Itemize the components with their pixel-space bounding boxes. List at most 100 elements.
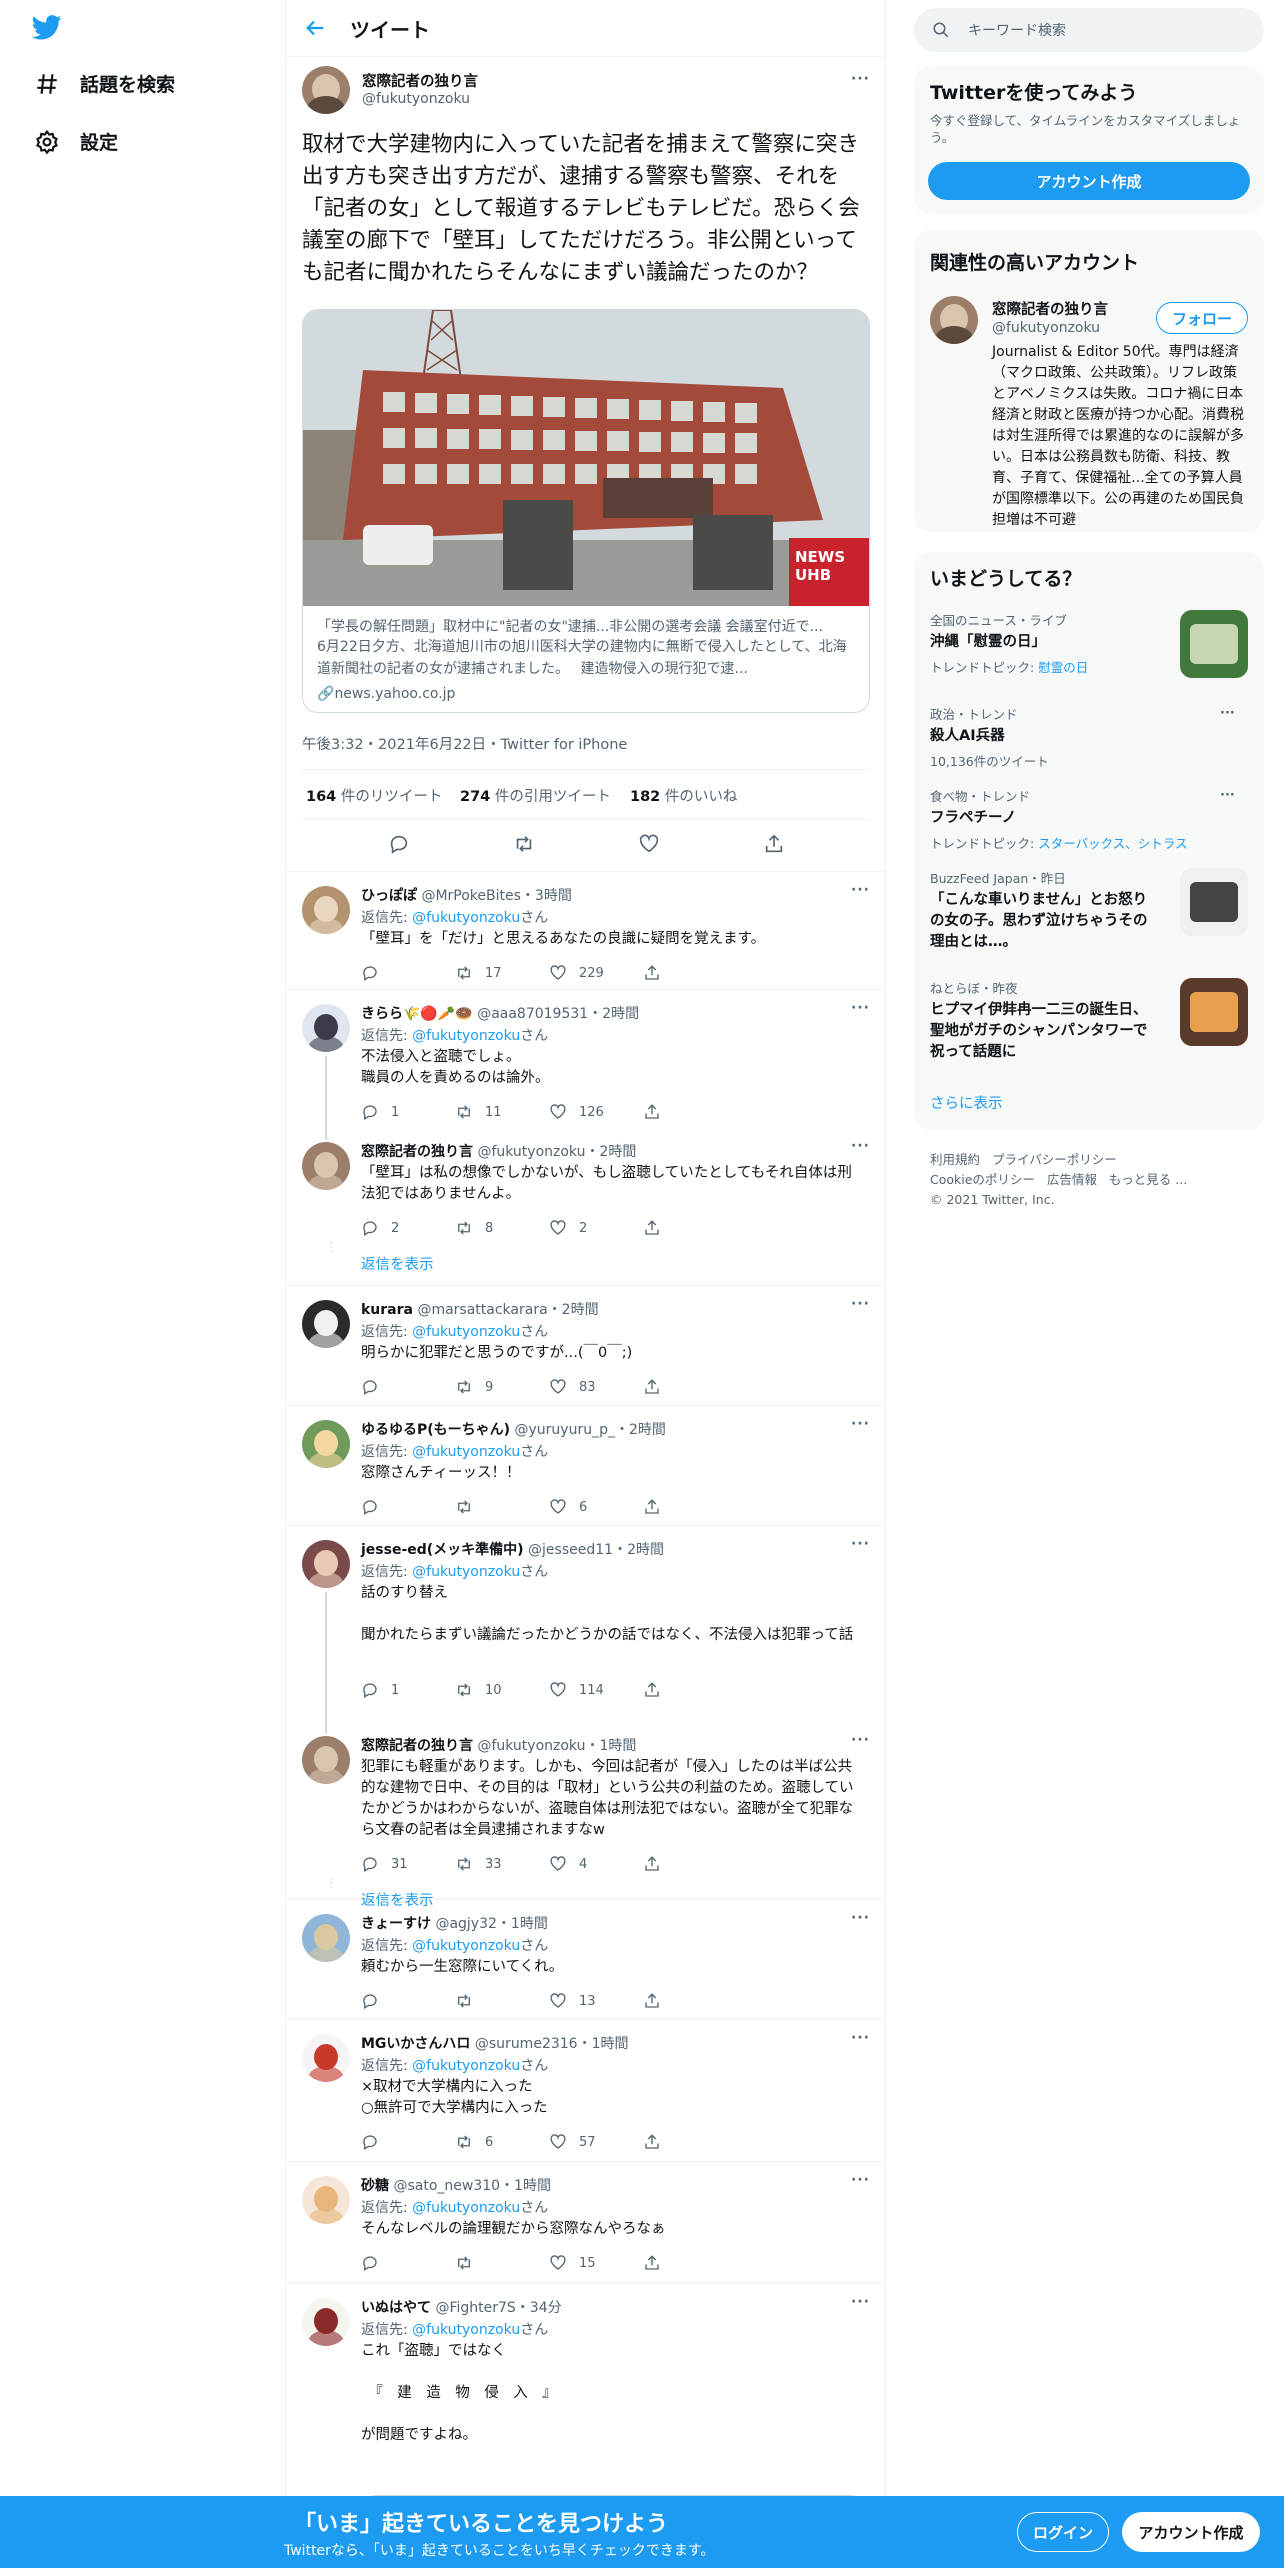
- reply-author-name[interactable]: 窓際記者の独り言: [361, 1144, 473, 1160]
- trend-topic-link[interactable]: 慰霊の日: [1038, 660, 1088, 675]
- retweet-icon[interactable]: [513, 833, 535, 855]
- trend-item[interactable]: ねとらぼ・昨夜 ヒプマイ伊弉冉一二三の誕生日、聖地がガチのシャンパンタワーで祝って…: [930, 978, 1250, 1063]
- more-icon[interactable]: ···: [1220, 788, 1235, 803]
- more-icon[interactable]: ···: [851, 1416, 870, 1432]
- avatar[interactable]: [302, 66, 350, 114]
- replying-to-handle[interactable]: @fukutyonzoku: [412, 2200, 520, 2216]
- reply-button[interactable]: [361, 2254, 455, 2272]
- retweet-button[interactable]: 33: [455, 1855, 549, 1873]
- reply-author-handle[interactable]: @agjy32: [435, 1916, 496, 1932]
- share-button[interactable]: [643, 1681, 737, 1699]
- reply-author-handle[interactable]: @fukutyonzoku: [477, 1738, 585, 1754]
- footer-link[interactable]: Cookieのポリシー: [930, 1172, 1035, 1187]
- reply-time[interactable]: 1時間: [599, 1738, 636, 1754]
- link-card[interactable]: NEWS UHB 「学長の解任問題」取材中に"記者の女"逮捕...非公開の選考会…: [302, 309, 870, 713]
- reply-tweet[interactable]: 窓際記者の独り言 @fukutyonzoku・2時間 ··· 「壁耳」は私の想像でし…: [286, 1128, 886, 1286]
- reply-button[interactable]: [361, 2133, 455, 2151]
- share-button[interactable]: [643, 1103, 737, 1121]
- like-button[interactable]: 13: [549, 1992, 643, 2010]
- reply-author-handle[interactable]: @sato_new310: [393, 2178, 500, 2194]
- reply-author-handle[interactable]: @aaa87019531: [477, 1006, 588, 1022]
- reply-time[interactable]: 3時間: [535, 888, 572, 904]
- reply-button[interactable]: 1: [361, 1103, 455, 1121]
- more-icon[interactable]: ···: [851, 1910, 870, 1926]
- retweet-button[interactable]: 17: [455, 964, 549, 982]
- reply-tweet[interactable]: きらら🌾🔴🥕🍩 @aaa87019531・2時間 ··· 返信先: @fukutyo…: [286, 990, 886, 1128]
- share-button[interactable]: [643, 1498, 737, 1516]
- share-icon[interactable]: [763, 833, 785, 855]
- create-account-button[interactable]: アカウント作成: [928, 162, 1250, 200]
- trend-item[interactable]: 全国のニュース・ライブ 沖縄「慰霊の日」 トレンドトピック: 慰霊の日: [930, 610, 1250, 678]
- reply-author-name[interactable]: きょーすけ: [361, 1916, 431, 1932]
- more-icon[interactable]: ···: [1220, 706, 1235, 721]
- reply-tweet[interactable]: ゆるゆるP(もーちゃん) @yuruyuru_p_・2時間 ··· 返信先: @fu…: [286, 1406, 886, 1526]
- reply-tweet[interactable]: ひっぽぽ @MrPokeBites・3時間 ··· 返信先: @fukutyonzo…: [286, 872, 886, 990]
- like-count[interactable]: 182 件のいいね: [630, 785, 737, 806]
- trend-item[interactable]: 食べ物・トレンド フラペチーノ トレンドトピック: スターバックス、シトラス ···: [930, 786, 1250, 852]
- reply-button[interactable]: 31: [361, 1855, 455, 1873]
- twitter-logo-icon[interactable]: [30, 12, 64, 42]
- quote-count[interactable]: 274 件の引用ツイート: [460, 785, 630, 806]
- nav-explore[interactable]: 話題を検索: [34, 70, 175, 97]
- reply-time[interactable]: 2時間: [599, 1144, 636, 1160]
- like-button[interactable]: 2: [549, 1219, 643, 1237]
- retweet-button[interactable]: 8: [455, 1219, 549, 1237]
- reply-tweet[interactable]: きょーすけ @agjy32・1時間 ··· 返信先: @fukutyonzokuさん…: [286, 1900, 886, 2020]
- avatar[interactable]: [930, 296, 978, 344]
- back-arrow-icon[interactable]: [304, 17, 326, 39]
- retweet-count[interactable]: 164 件のリツイート: [306, 785, 460, 806]
- reply-tweet[interactable]: 窓際記者の独り言 @fukutyonzoku・1時間 ··· 犯罪にも軽重があります…: [286, 1722, 886, 1909]
- like-button[interactable]: 57: [549, 2133, 643, 2151]
- avatar[interactable]: [302, 2176, 350, 2224]
- avatar[interactable]: [302, 2298, 350, 2346]
- like-button[interactable]: 4: [549, 1855, 643, 1873]
- reply-time[interactable]: 2時間: [629, 1422, 666, 1438]
- reply-author-name[interactable]: いぬはやて: [361, 2300, 431, 2316]
- like-button[interactable]: 229: [549, 964, 643, 982]
- more-icon[interactable]: ···: [851, 1000, 870, 1016]
- reply-time[interactable]: 1時間: [511, 1916, 548, 1932]
- more-icon[interactable]: ···: [851, 2172, 870, 2188]
- follow-button[interactable]: フォロー: [1156, 302, 1248, 334]
- footer-link[interactable]: プライバシーポリシー: [992, 1152, 1117, 1167]
- retweet-button[interactable]: 11: [455, 1103, 549, 1121]
- reply-icon[interactable]: [388, 833, 410, 855]
- replying-to-handle[interactable]: @fukutyonzoku: [412, 1444, 520, 1460]
- avatar[interactable]: [302, 1142, 350, 1190]
- reply-author-handle[interactable]: @Fighter7S: [435, 2300, 515, 2316]
- share-button[interactable]: [643, 1992, 737, 2010]
- avatar[interactable]: [302, 1736, 350, 1784]
- show-replies-link[interactable]: 返信を表示: [361, 1253, 434, 1274]
- replying-to-handle[interactable]: @fukutyonzoku: [412, 1324, 520, 1340]
- retweet-button[interactable]: [455, 1498, 549, 1516]
- like-button[interactable]: 126: [549, 1103, 643, 1121]
- reply-time[interactable]: 1時間: [592, 2036, 629, 2052]
- more-icon[interactable]: ···: [851, 71, 870, 87]
- more-icon[interactable]: ···: [851, 1138, 870, 1154]
- like-button[interactable]: 6: [549, 1498, 643, 1516]
- trend-topic-link[interactable]: スターバックス、シトラス: [1038, 836, 1187, 851]
- reply-author-handle[interactable]: @fukutyonzoku: [477, 1144, 585, 1160]
- related-handle[interactable]: @fukutyonzoku: [992, 320, 1100, 336]
- avatar[interactable]: [302, 1540, 350, 1588]
- reply-author-handle[interactable]: @jesseed11: [528, 1542, 613, 1558]
- share-button[interactable]: [643, 2254, 737, 2272]
- show-more-link[interactable]: さらに表示: [930, 1092, 1003, 1113]
- more-icon[interactable]: ···: [851, 882, 870, 898]
- retweet-button[interactable]: 6: [455, 2133, 549, 2151]
- tweet-timestamp[interactable]: 午後3:32・2021年6月22日・Twitter for iPhone: [302, 733, 627, 754]
- retweet-button[interactable]: 9: [455, 1378, 549, 1396]
- reply-tweet[interactable]: kurara @marsattackarara・2時間 ··· 返信先: @fuku…: [286, 1286, 886, 1406]
- share-button[interactable]: [643, 964, 737, 982]
- share-button[interactable]: [643, 1219, 737, 1237]
- avatar[interactable]: [302, 1420, 350, 1468]
- reply-button[interactable]: [361, 1498, 455, 1516]
- retweet-button[interactable]: [455, 2254, 549, 2272]
- more-icon[interactable]: ···: [851, 2294, 870, 2310]
- reply-time[interactable]: 2時間: [627, 1542, 664, 1558]
- author-handle[interactable]: @fukutyonzoku: [362, 91, 470, 107]
- reply-tweet[interactable]: jesse-ed(メッキ準備中) @jesseed11・2時間 ··· 返信先: @…: [286, 1526, 886, 1722]
- avatar[interactable]: [302, 886, 350, 934]
- trend-item[interactable]: 政治・トレンド 殺人AI兵器 10,136件のツイート ···: [930, 704, 1250, 770]
- retweet-button[interactable]: 10: [455, 1681, 549, 1699]
